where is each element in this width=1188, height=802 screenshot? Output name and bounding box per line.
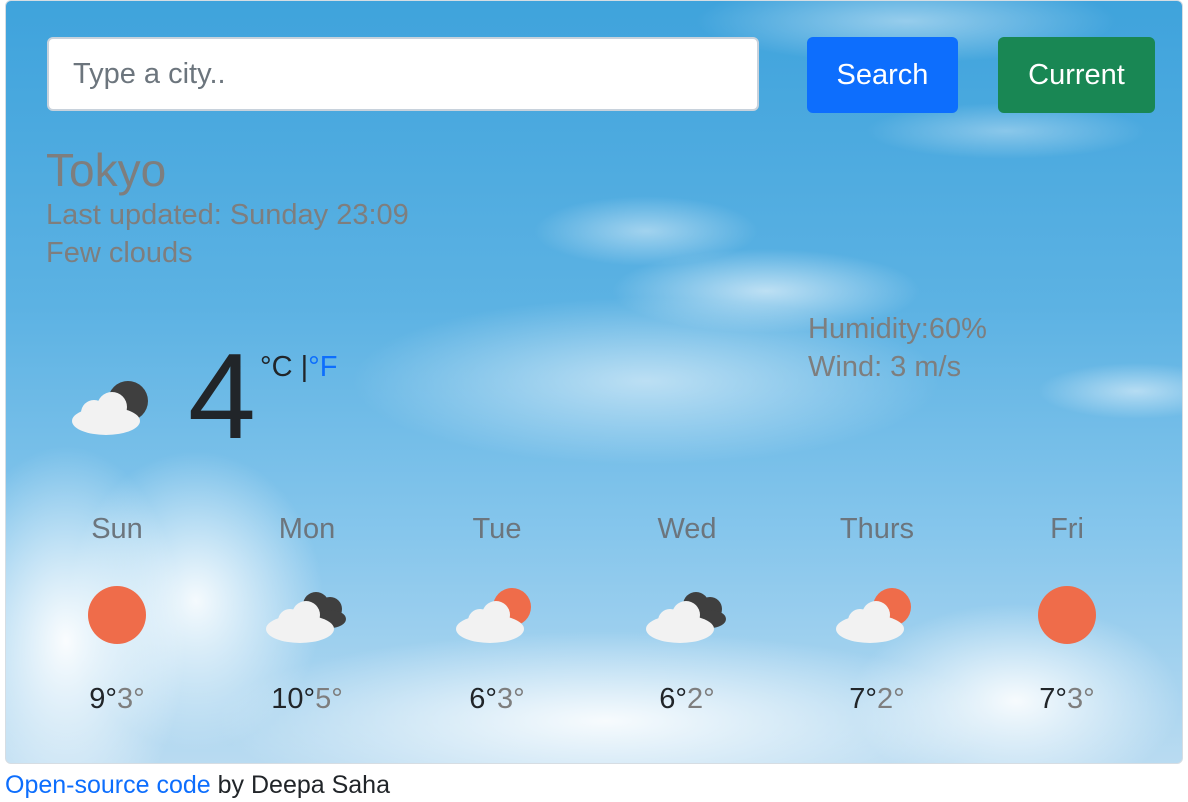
forecast-min-temp: 2° bbox=[877, 683, 905, 715]
forecast-day-name: Fri bbox=[1050, 513, 1084, 545]
weather-description: Few clouds bbox=[46, 237, 193, 269]
forecast-min-temp: 5° bbox=[315, 683, 343, 715]
author-credit: by Deepa Saha bbox=[210, 771, 390, 799]
forecast-max-temp: 7° bbox=[1039, 683, 1067, 715]
open-source-code-link[interactable]: Open-source code bbox=[5, 771, 211, 799]
forecast-day-name: Mon bbox=[278, 513, 336, 545]
sun-icon bbox=[88, 586, 146, 644]
forecast-max-temp: 10° bbox=[271, 683, 316, 715]
forecast-day: Wed 6°2° bbox=[592, 513, 782, 716]
fahrenheit-link[interactable]: °F bbox=[308, 351, 337, 383]
few-clouds-night-icon bbox=[72, 381, 148, 435]
forecast-min-temp: 3° bbox=[117, 683, 145, 715]
dark-clouds-icon bbox=[266, 592, 346, 643]
forecast-day-name: Tue bbox=[472, 513, 522, 545]
forecast-day-name: Thurs bbox=[839, 513, 915, 545]
forecast-temps: 7°2° bbox=[782, 683, 972, 716]
current-location-button[interactable]: Current bbox=[998, 37, 1155, 113]
forecast-min-temp: 3° bbox=[1067, 683, 1095, 715]
dark-clouds-icon bbox=[646, 592, 726, 643]
cloud-sun-icon bbox=[836, 588, 911, 643]
weather-card: Search Current Tokyo Last updated: Sunda… bbox=[5, 0, 1183, 764]
forecast-day: Mon 10°5° bbox=[212, 513, 402, 716]
forecast-min-temp: 2° bbox=[687, 683, 715, 715]
forecast-day: Fri 7°3° bbox=[972, 513, 1162, 716]
current-temperature: 4 bbox=[188, 328, 256, 464]
celsius-unit-label: °C | bbox=[260, 351, 309, 383]
cloud-sun-icon bbox=[456, 588, 531, 643]
forecast-max-temp: 9° bbox=[89, 683, 117, 715]
footer: Open-source code by Deepa Saha bbox=[5, 771, 390, 800]
forecast-temps: 7°3° bbox=[972, 683, 1162, 716]
forecast-day: Tue 6°3° bbox=[402, 513, 592, 716]
search-button[interactable]: Search bbox=[807, 37, 958, 113]
humidity-text: Humidity:60% bbox=[808, 313, 987, 345]
forecast-day-name: Wed bbox=[657, 513, 717, 545]
forecast-temps: 10°5° bbox=[212, 683, 402, 716]
unit-toggle: °C |°F bbox=[260, 351, 337, 384]
forecast-max-temp: 6° bbox=[469, 683, 497, 715]
forecast-day: Thurs 7°2° bbox=[782, 513, 972, 716]
forecast-min-temp: 3° bbox=[497, 683, 525, 715]
forecast-temps: 9°3° bbox=[22, 683, 212, 716]
forecast-day: Sun 9°3° bbox=[22, 513, 212, 716]
forecast-max-temp: 6° bbox=[659, 683, 687, 715]
city-search-input[interactable] bbox=[47, 37, 759, 111]
last-updated-text: Last updated: Sunday 23:09 bbox=[46, 199, 409, 231]
sun-icon bbox=[1038, 586, 1096, 644]
forecast-day-name: Sun bbox=[91, 513, 143, 545]
wind-text: Wind: 3 m/s bbox=[808, 351, 962, 383]
forecast-max-temp: 7° bbox=[849, 683, 877, 715]
forecast-temps: 6°2° bbox=[592, 683, 782, 716]
forecast-temps: 6°3° bbox=[402, 683, 592, 716]
city-name: Tokyo bbox=[46, 144, 167, 196]
